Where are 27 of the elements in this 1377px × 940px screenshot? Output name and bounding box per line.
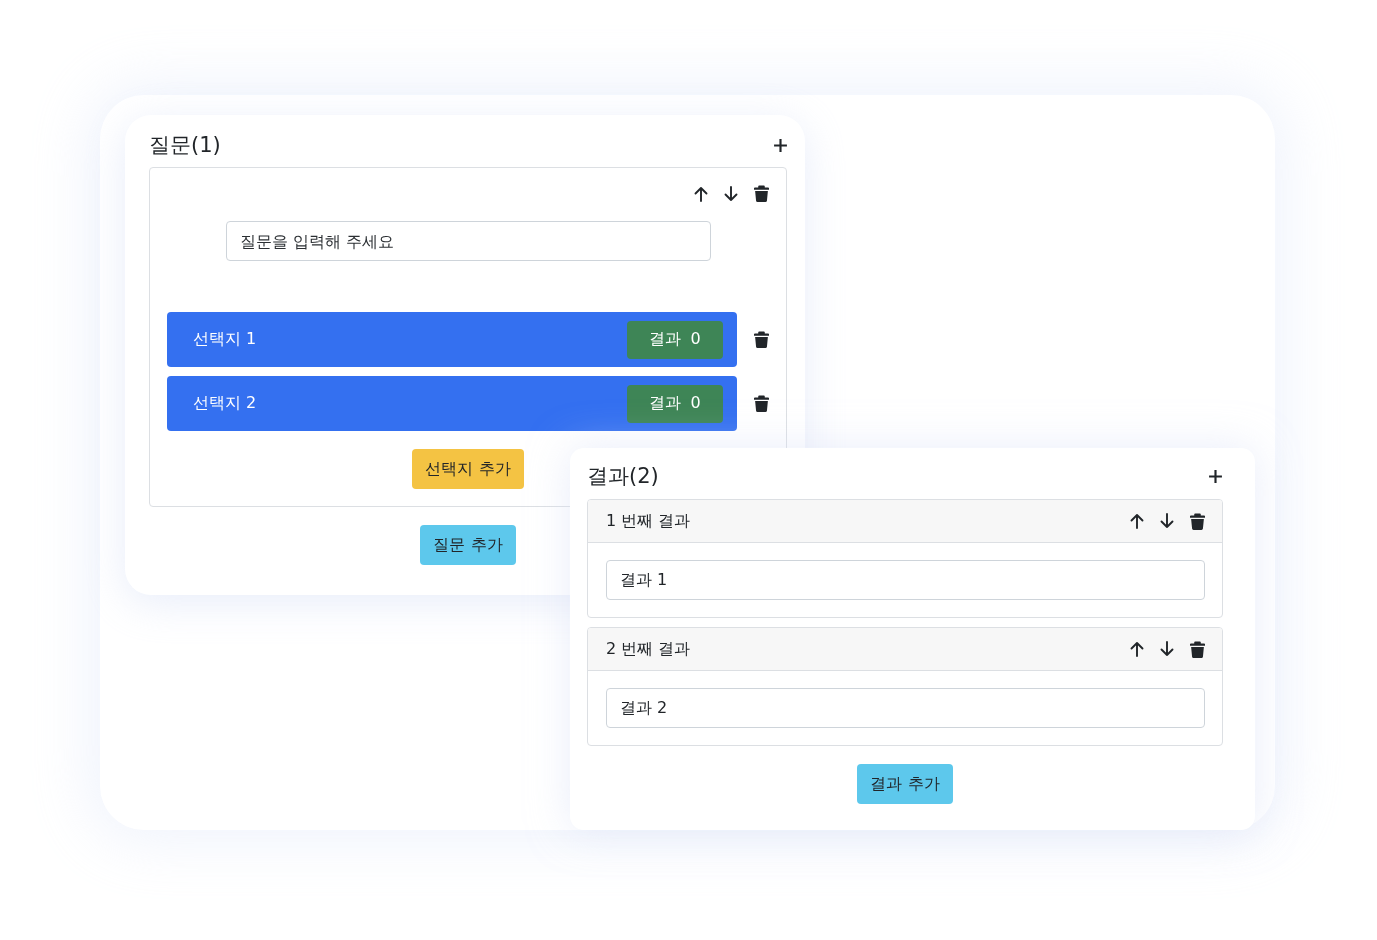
panel-title: 결과(2) [587,463,659,490]
choice-label: 선택지 1 [193,329,257,350]
plus-icon[interactable] [1208,468,1223,484]
result-input[interactable]: 결과 2 [606,688,1205,728]
add-choice-button[interactable]: 선택지 추가 [412,449,524,489]
trash-icon[interactable] [754,185,769,202]
trash-icon[interactable] [1190,640,1205,658]
trash-icon[interactable] [754,331,769,348]
arrow-down-icon[interactable] [1160,513,1174,529]
arrow-up-icon[interactable] [694,185,708,202]
arrow-down-icon[interactable] [1160,641,1174,657]
question-input[interactable]: 질문을 입력해 주세요 [226,221,711,261]
result-input[interactable]: 결과 1 [606,560,1205,600]
add-question-button[interactable]: 질문 추가 [420,525,516,565]
plus-icon[interactable] [773,137,788,153]
trash-icon[interactable] [754,395,769,412]
result-heading: 1 번째 결과 [606,510,691,532]
add-result-button[interactable]: 결과 추가 [857,764,953,804]
panel-title: 질문(1) [149,132,221,159]
trash-icon[interactable] [1190,512,1205,530]
result-link-button[interactable]: 결과 0 [627,320,723,359]
choice-label: 선택지 2 [193,393,257,414]
arrow-up-icon[interactable] [1130,641,1144,657]
result-heading: 2 번째 결과 [606,638,691,660]
result-link-button[interactable]: 결과 0 [627,384,723,423]
arrow-down-icon[interactable] [724,185,738,202]
arrow-up-icon[interactable] [1130,513,1144,529]
